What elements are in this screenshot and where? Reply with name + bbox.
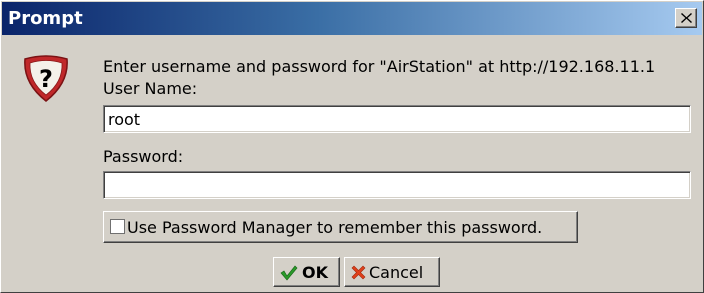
svg-text:?: ? (39, 65, 53, 93)
remember-password-checkbox[interactable] (110, 219, 125, 234)
ok-button[interactable]: OK (273, 257, 340, 287)
cancel-button[interactable]: Cancel (344, 257, 440, 287)
cancel-x-icon (351, 265, 366, 280)
prompt-dialog: Prompt ? Enter username and password for… (0, 0, 704, 293)
ok-button-label: OK (302, 263, 328, 282)
remember-password-label: Use Password Manager to remember this pa… (127, 218, 543, 237)
prompt-message: Enter username and password for "AirStat… (103, 57, 656, 76)
close-button[interactable] (675, 8, 697, 28)
question-icon: ? (24, 55, 68, 102)
title-bar[interactable]: Prompt (2, 2, 702, 35)
checkmark-icon (280, 265, 298, 281)
close-icon (681, 13, 692, 23)
username-label: User Name: (103, 79, 198, 98)
cancel-button-label: Cancel (369, 263, 424, 282)
remember-password-button[interactable]: Use Password Manager to remember this pa… (103, 211, 578, 243)
password-field[interactable] (103, 171, 691, 199)
username-field[interactable] (103, 105, 691, 133)
window-title: Prompt (8, 8, 83, 29)
password-label: Password: (103, 147, 184, 166)
